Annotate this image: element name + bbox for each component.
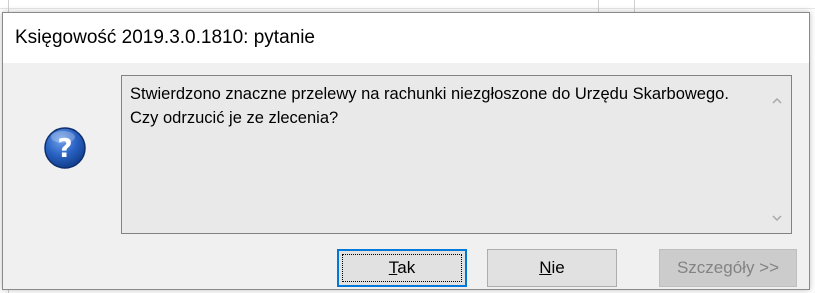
message-text: Stwierdzono znaczne przelewy na rachunki… xyxy=(130,85,729,127)
background-column-divider xyxy=(598,0,599,12)
background-column-divider xyxy=(634,0,635,12)
no-button[interactable]: Nie xyxy=(487,249,617,287)
details-button-label: Szczegóły >> xyxy=(676,258,780,277)
question-dialog: Księgowość 2019.3.0.1810: pytanie ? Stwi… xyxy=(2,12,810,290)
dialog-title: Księgowość 2019.3.0.1810: pytanie xyxy=(15,27,315,48)
focus-rectangle xyxy=(342,254,462,282)
yes-button[interactable]: Tak xyxy=(337,249,467,287)
scroll-down-icon[interactable] xyxy=(771,211,783,223)
dialog-titlebar[interactable]: Księgowość 2019.3.0.1810: pytanie xyxy=(3,13,809,63)
background-divider xyxy=(0,8,815,9)
no-button-label: Nie xyxy=(539,258,565,277)
scroll-up-icon[interactable] xyxy=(771,94,783,106)
details-button: Szczegóły >> xyxy=(659,249,797,287)
svg-text:?: ? xyxy=(57,134,72,164)
message-textbox[interactable]: Stwierdzono znaczne przelewy na rachunki… xyxy=(121,75,792,234)
question-icon: ? xyxy=(43,126,87,170)
